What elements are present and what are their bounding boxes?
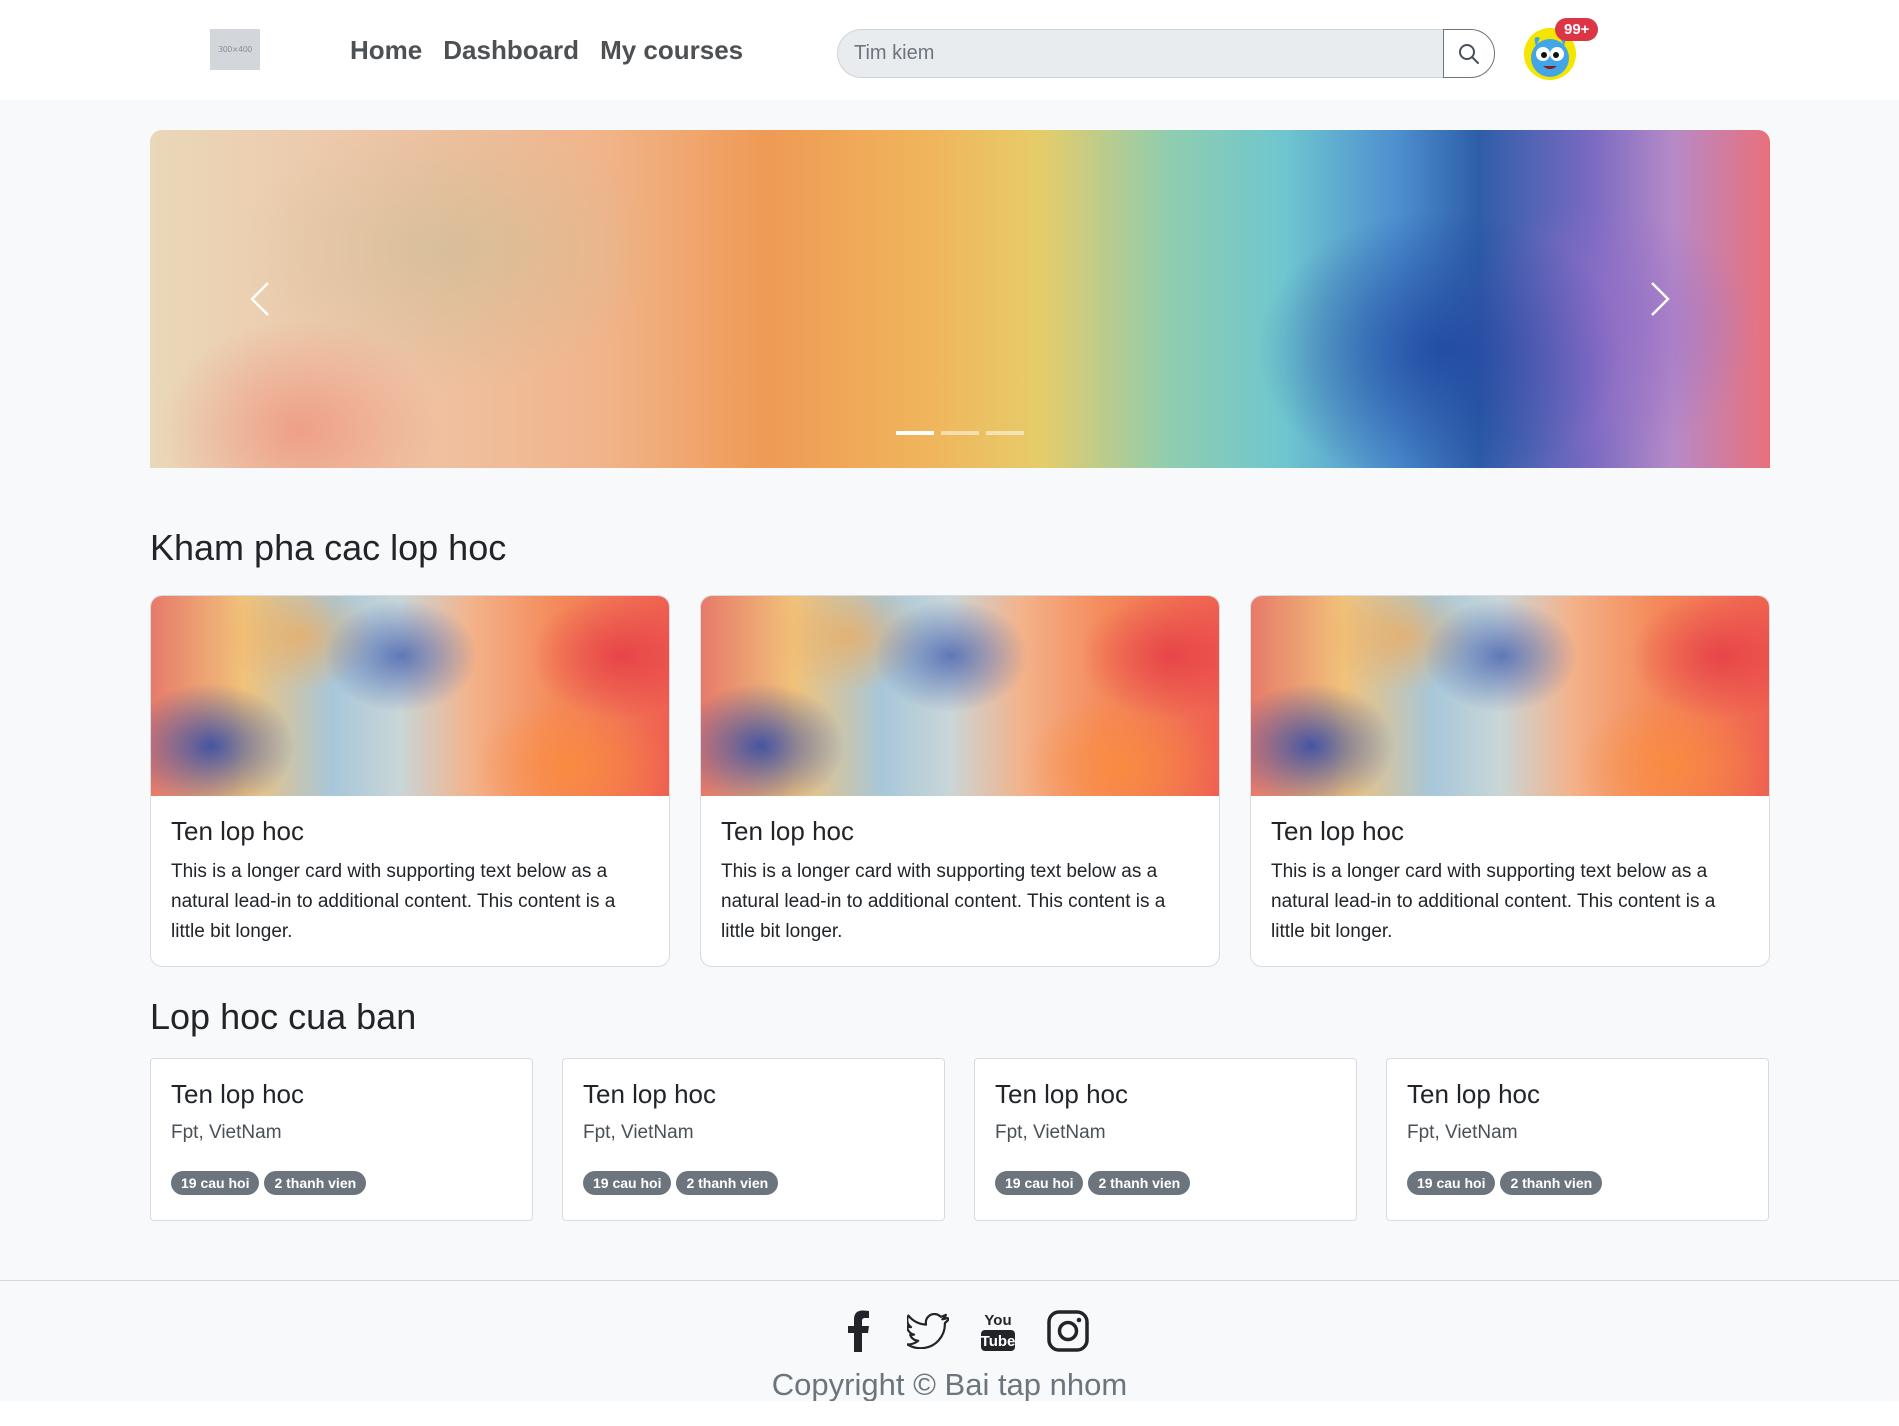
card-image: [1251, 596, 1769, 796]
carousel-next-button[interactable]: [1635, 274, 1685, 324]
class-card-badges: 19 cau hoi 2 thanh vien: [995, 1171, 1336, 1195]
explore-card[interactable]: Ten lop hoc This is a longer card with s…: [150, 595, 670, 967]
explore-card[interactable]: Ten lop hoc This is a longer card with s…: [700, 595, 1220, 967]
search-button[interactable]: [1443, 29, 1495, 78]
class-card-title: Ten lop hoc: [1407, 1079, 1540, 1109]
my-classes-grid: Ten lop hoc Fpt, VietNam 19 cau hoi 2 th…: [150, 1058, 1770, 1221]
nav-link-home[interactable]: Home: [350, 35, 422, 66]
my-classes-section-title: Lop hoc cua ban: [150, 996, 417, 1037]
svg-text:You: You: [984, 1312, 1011, 1329]
class-card-title: Ten lop hoc: [995, 1079, 1128, 1109]
notification-badge: 99+: [1555, 18, 1599, 41]
carousel-prev-button[interactable]: [235, 274, 285, 324]
user-menu: 99+: [1524, 18, 1599, 80]
explore-section-title: Kham pha cac lop hoc: [150, 527, 507, 568]
class-card[interactable]: Ten lop hoc Fpt, VietNam 19 cau hoi 2 th…: [562, 1058, 945, 1221]
svg-text:Tube: Tube: [981, 1333, 1016, 1350]
question-count-badge: 19 cau hoi: [995, 1171, 1084, 1195]
member-count-badge: 2 thanh vien: [1500, 1171, 1603, 1195]
class-card-subtitle: Fpt, VietNam: [995, 1122, 1106, 1143]
member-count-badge: 2 thanh vien: [1088, 1171, 1191, 1195]
class-card[interactable]: Ten lop hoc Fpt, VietNam 19 cau hoi 2 th…: [1386, 1058, 1769, 1221]
card-body: Ten lop hoc This is a longer card with s…: [151, 796, 669, 966]
class-card[interactable]: Ten lop hoc Fpt, VietNam 19 cau hoi 2 th…: [150, 1058, 533, 1221]
member-count-badge: 2 thanh vien: [676, 1171, 779, 1195]
carousel-indicator-2[interactable]: [941, 431, 979, 435]
class-card-title: Ten lop hoc: [583, 1079, 716, 1109]
search-bar: [837, 29, 1495, 78]
explore-card-grid: Ten lop hoc This is a longer card with s…: [150, 595, 1770, 967]
carousel-indicator-1[interactable]: [896, 431, 934, 435]
card-image: [151, 596, 669, 796]
navbar: 300×400 Home Dashboard My courses Tim ki…: [0, 0, 1899, 100]
facebook-icon[interactable]: [836, 1309, 880, 1353]
hero-carousel: [150, 130, 1770, 468]
explore-card[interactable]: Ten lop hoc This is a longer card with s…: [1250, 595, 1770, 967]
twitter-icon[interactable]: [906, 1309, 950, 1353]
chevron-left-icon: [250, 282, 269, 316]
class-card-title: Ten lop hoc: [171, 1079, 304, 1109]
class-card-subtitle: Fpt, VietNam: [171, 1122, 282, 1143]
question-count-badge: 19 cau hoi: [1407, 1171, 1496, 1195]
card-title: Ten lop hoc: [171, 816, 304, 846]
nav-link-dashboard[interactable]: Dashboard: [443, 35, 579, 66]
carousel-indicator-3[interactable]: [986, 431, 1024, 435]
class-card-badges: 19 cau hoi 2 thanh vien: [583, 1171, 924, 1195]
card-body: Ten lop hoc This is a longer card with s…: [1251, 796, 1769, 966]
card-text: This is a longer card with supporting te…: [1271, 861, 1716, 942]
site-logo[interactable]: 300×400: [210, 29, 260, 70]
card-image: [701, 596, 1219, 796]
card-title: Ten lop hoc: [1271, 816, 1404, 846]
search-icon: [1459, 43, 1479, 64]
question-count-badge: 19 cau hoi: [583, 1171, 672, 1195]
card-text: This is a longer card with supporting te…: [171, 861, 616, 942]
class-card-subtitle: Fpt, VietNam: [583, 1122, 694, 1143]
class-card-subtitle: Fpt, VietNam: [1407, 1122, 1518, 1143]
question-count-badge: 19 cau hoi: [171, 1171, 260, 1195]
footer: You Tube Copyright © Bai tap nhom: [0, 1280, 1899, 1402]
card-text: This is a longer card with supporting te…: [721, 861, 1166, 942]
copyright-text: Copyright © Bai tap nhom: [771, 1367, 1128, 1402]
class-card[interactable]: Ten lop hoc Fpt, VietNam 19 cau hoi 2 th…: [974, 1058, 1357, 1221]
nav-links: Home Dashboard My courses: [350, 33, 743, 67]
card-title: Ten lop hoc: [721, 816, 854, 846]
class-card-badges: 19 cau hoi 2 thanh vien: [1407, 1171, 1748, 1195]
instagram-icon[interactable]: [1046, 1309, 1090, 1353]
search-input[interactable]: [837, 29, 1443, 78]
nav-link-my-courses[interactable]: My courses: [600, 35, 743, 66]
carousel-indicators: [896, 431, 1024, 435]
page-bottom-strip: [0, 1401, 1899, 1426]
youtube-icon[interactable]: You Tube: [976, 1309, 1020, 1353]
member-count-badge: 2 thanh vien: [264, 1171, 367, 1195]
social-links: You Tube: [836, 1309, 1090, 1353]
card-body: Ten lop hoc This is a longer card with s…: [701, 796, 1219, 966]
class-card-badges: 19 cau hoi 2 thanh vien: [171, 1171, 512, 1195]
chevron-right-icon: [1651, 282, 1670, 316]
